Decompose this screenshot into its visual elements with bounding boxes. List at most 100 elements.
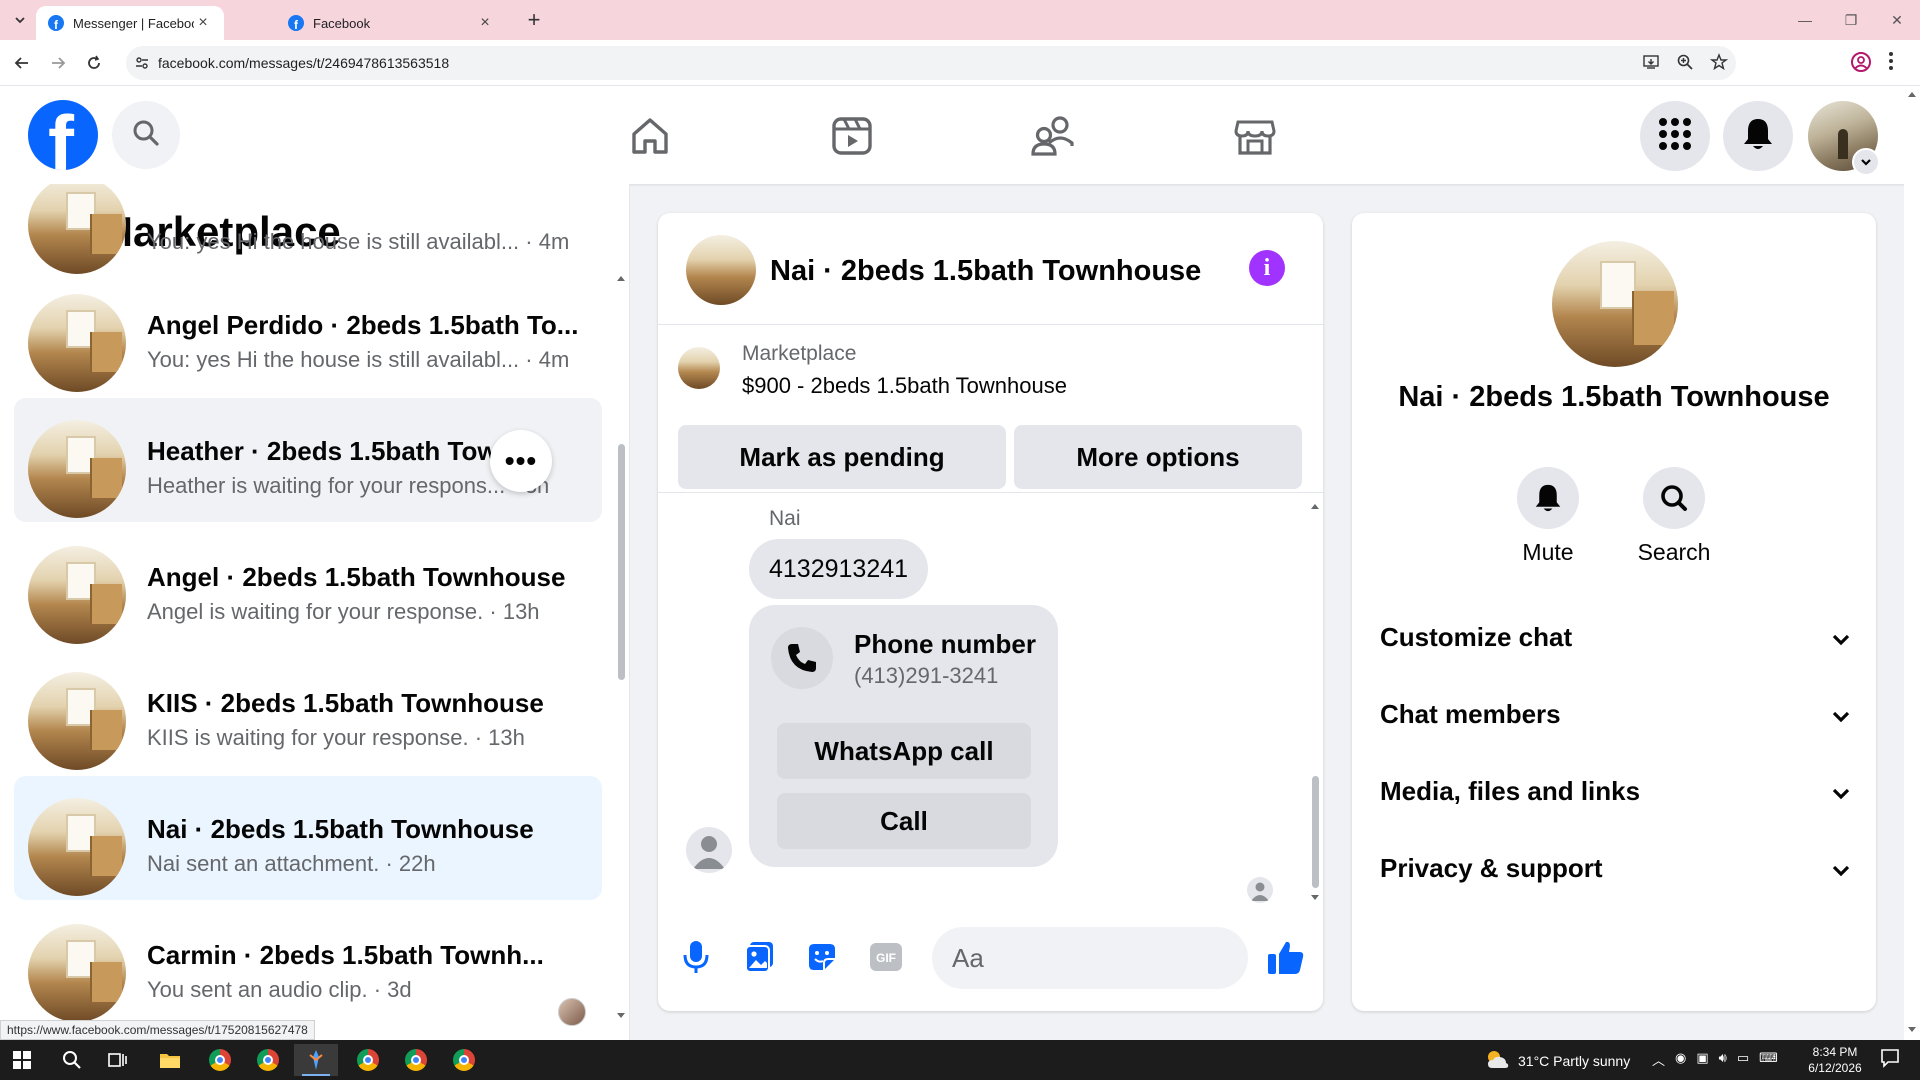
message-scrollbar[interactable]: [1309, 498, 1321, 906]
tab-search-icon[interactable]: [8, 8, 32, 32]
facebook-logo[interactable]: f: [28, 100, 98, 170]
scrollbar-thumb[interactable]: [618, 444, 625, 680]
chevron-down-icon: [1832, 622, 1850, 653]
notification-center-icon[interactable]: [1880, 1048, 1900, 1073]
new-tab-button[interactable]: +: [520, 7, 548, 32]
file-explorer-icon[interactable]: [148, 1044, 192, 1076]
weather-widget[interactable]: 31°C Partly sunny: [1484, 1048, 1630, 1073]
system-clock[interactable]: 8:34 PM 6/12/2026: [1800, 1044, 1870, 1076]
thumbs-up-icon[interactable]: [1264, 935, 1308, 979]
back-icon[interactable]: [10, 51, 34, 75]
scroll-down-icon[interactable]: [1907, 1026, 1917, 1034]
keyboard-icon[interactable]: ⌨︎: [1759, 1050, 1778, 1069]
chrome-taskbar-icon[interactable]: [346, 1044, 390, 1076]
message-input[interactable]: [952, 941, 1172, 975]
chevron-up-icon[interactable]: ︿: [1652, 1050, 1665, 1069]
chat-members-section[interactable]: Chat members: [1380, 684, 1850, 744]
scroll-up-icon[interactable]: [616, 274, 626, 282]
mark-as-pending-button[interactable]: Mark as pending: [678, 425, 1006, 489]
listing-thumbnail: [28, 924, 126, 1022]
chrome-taskbar-icon[interactable]: [198, 1044, 242, 1076]
mute-action[interactable]: Mute: [1488, 467, 1608, 566]
chat-name: Nai · 2beds 1.5bath Townhouse: [147, 814, 534, 844]
address-bar[interactable]: facebook.com/messages/t/2469478613563518: [126, 46, 1736, 80]
sticker-icon[interactable]: [800, 935, 844, 979]
call-button[interactable]: Call: [777, 793, 1031, 849]
listing-title[interactable]: $900 - 2beds 1.5bath Townhouse: [742, 373, 1067, 399]
chat-item[interactable]: Carmin · 2beds 1.5bath Townh... You sent…: [14, 902, 602, 1026]
site-info-icon[interactable]: [134, 55, 150, 76]
close-tab-icon[interactable]: ×: [194, 14, 212, 32]
system-tray: ︿ ◉ ▣ 🔊︎ ▭ ⌨︎: [1652, 1050, 1778, 1069]
scroll-up-icon[interactable]: [1310, 502, 1320, 510]
chat-item[interactable]: Angel · 2beds 1.5bath Townhouse Angel is…: [14, 524, 602, 648]
search-icon[interactable]: [1643, 467, 1705, 529]
customize-chat-section[interactable]: Customize chat: [1380, 607, 1850, 667]
listing-thumbnail: [28, 294, 126, 392]
chat-item[interactable]: Angel Perdido · 2beds 1.5bath To... You:…: [14, 272, 602, 396]
chrome-taskbar-icon[interactable]: [394, 1044, 438, 1076]
browser-menu-icon[interactable]: [1888, 51, 1894, 76]
bell-icon[interactable]: [1517, 467, 1579, 529]
close-window-icon[interactable]: ✕: [1874, 0, 1920, 40]
browser-profile-icon[interactable]: [1850, 51, 1872, 78]
chat-item[interactable]: You: yes Hi the house is still availabl.…: [14, 184, 602, 278]
windows-start-icon[interactable]: [0, 1044, 44, 1076]
chrome-taskbar-icon[interactable]: [442, 1044, 486, 1076]
page-scrollbar[interactable]: [1904, 86, 1920, 1040]
task-view-icon[interactable]: [96, 1044, 140, 1076]
search-action[interactable]: Search: [1614, 467, 1734, 566]
chat-item[interactable]: KIIS · 2beds 1.5bath Townhouse KIIS is w…: [14, 650, 602, 774]
menu-grid-button[interactable]: [1640, 101, 1710, 171]
taskbar-search-icon[interactable]: [50, 1044, 94, 1076]
minimize-icon[interactable]: —: [1782, 0, 1828, 40]
info-icon[interactable]: i: [1249, 250, 1285, 286]
chat-item[interactable]: Heather · 2beds 1.5bath Townh... Heather…: [14, 398, 602, 522]
scroll-down-icon[interactable]: [616, 1012, 626, 1020]
scroll-down-icon[interactable]: [1310, 894, 1320, 902]
forward-icon[interactable]: [46, 51, 70, 75]
scrollbar-thumb[interactable]: [1312, 776, 1319, 888]
photo-icon[interactable]: [738, 935, 782, 979]
conversation-avatar[interactable]: [686, 235, 756, 305]
search-button[interactable]: [112, 101, 180, 169]
volume-icon[interactable]: 🔊︎: [1719, 1050, 1727, 1069]
chevron-down-icon[interactable]: [1852, 148, 1880, 176]
network-icon[interactable]: ▭: [1737, 1050, 1749, 1069]
weather-text: 31°C Partly sunny: [1518, 1052, 1631, 1069]
install-app-icon[interactable]: [1642, 53, 1660, 76]
reload-icon[interactable]: [82, 51, 106, 75]
message-input-box[interactable]: [932, 927, 1248, 989]
tab-messenger[interactable]: f Messenger | Facebook ×: [36, 6, 224, 40]
friends-icon[interactable]: [1025, 108, 1081, 164]
more-options-button[interactable]: More options: [1014, 425, 1302, 489]
conversation-title[interactable]: Nai · 2beds 1.5bath Townhouse: [770, 255, 1201, 288]
zoom-icon[interactable]: [1676, 53, 1694, 76]
scroll-up-icon[interactable]: [1907, 90, 1917, 98]
chat-info-panel: Nai · 2beds 1.5bath Townhouse Mute Searc…: [1352, 213, 1876, 1011]
tray-app-icon[interactable]: ▣: [1696, 1050, 1708, 1069]
media-files-links-section[interactable]: Media, files and links: [1380, 761, 1850, 821]
chrome-taskbar-icon[interactable]: [246, 1044, 290, 1076]
restore-icon[interactable]: ❐: [1828, 0, 1874, 40]
video-icon[interactable]: [824, 108, 880, 164]
conversation-profile-photo[interactable]: [1552, 241, 1678, 367]
chat-item-selected[interactable]: Nai · 2beds 1.5bath Townhouse Nai sent a…: [14, 776, 602, 900]
microphone-icon[interactable]: [674, 935, 718, 979]
close-tab-icon[interactable]: ×: [476, 14, 494, 32]
listing-thumbnail[interactable]: [678, 347, 720, 389]
whatsapp-call-button[interactable]: WhatsApp call: [777, 723, 1031, 779]
message-bubble[interactable]: 4132913241: [749, 539, 929, 599]
chat-list-scrollbar[interactable]: [616, 274, 626, 1030]
privacy-support-section[interactable]: Privacy & support: [1380, 838, 1850, 898]
browser-toolbar: facebook.com/messages/t/2469478613563518: [0, 40, 1920, 86]
active-app-taskbar-icon[interactable]: [294, 1044, 338, 1076]
home-icon[interactable]: [622, 108, 678, 164]
tab-facebook[interactable]: f Facebook ×: [276, 6, 506, 40]
more-options-icon[interactable]: •••: [490, 430, 552, 492]
notifications-button[interactable]: [1723, 101, 1793, 171]
marketplace-icon[interactable]: [1227, 108, 1283, 164]
bookmark-star-icon[interactable]: [1709, 53, 1729, 76]
gif-icon[interactable]: GIF: [864, 935, 908, 979]
tray-app-icon[interactable]: ◉: [1675, 1050, 1686, 1069]
